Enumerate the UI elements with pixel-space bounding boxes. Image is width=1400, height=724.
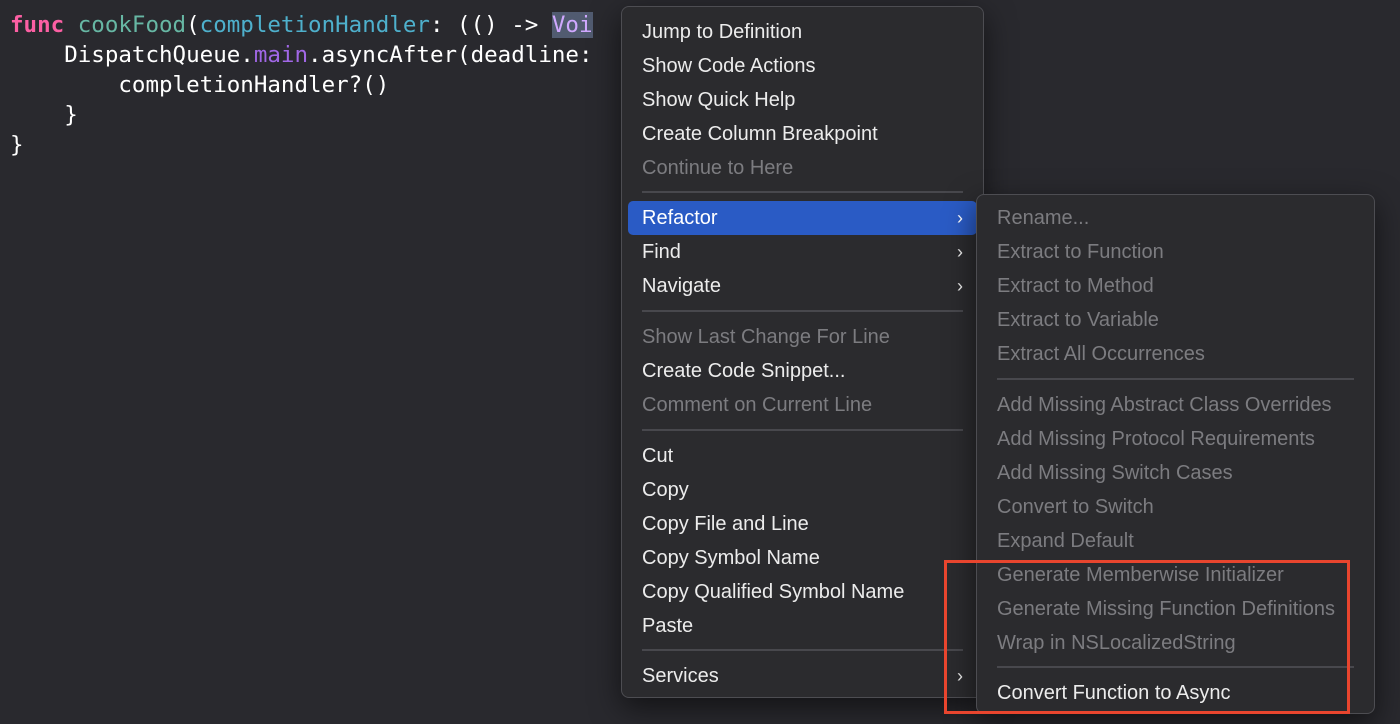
menu-item-services[interactable]: Services › [628, 659, 977, 693]
menu-item-label: Cut [642, 445, 674, 467]
chevron-right-icon: › [957, 666, 963, 686]
menu-item-refactor[interactable]: Refactor › [628, 201, 977, 235]
code-line-5[interactable]: } [10, 130, 24, 160]
menu-item-label: Extract to Method [997, 275, 1154, 297]
menu-item-copy-file-and-line[interactable]: Copy File and Line [628, 507, 977, 541]
menu-item-label: Add Missing Switch Cases [997, 462, 1233, 484]
menu-item-label: Generate Memberwise Initializer [997, 564, 1284, 586]
menu-item-copy-symbol-name[interactable]: Copy Symbol Name [628, 541, 977, 575]
refactor-item-wrap-nslocalized: Wrap in NSLocalizedString [983, 626, 1368, 660]
chevron-right-icon: › [957, 276, 963, 296]
menu-separator [997, 666, 1354, 668]
refactor-item-extract-variable: Extract to Variable [983, 303, 1368, 337]
menu-item-label: Services [642, 665, 719, 687]
menu-item-label: Continue to Here [642, 157, 794, 179]
dot: . [240, 42, 254, 68]
main-property: main [253, 42, 309, 68]
dispatch-queue: DispatchQueue [64, 42, 241, 68]
menu-item-cut[interactable]: Cut [628, 439, 977, 473]
menu-item-label: Refactor [642, 207, 718, 229]
async-after-call: .asyncAfter(deadline: [308, 42, 593, 68]
refactor-item-memberwise-initializer: Generate Memberwise Initializer [983, 558, 1368, 592]
menu-item-copy-qualified-symbol-name[interactable]: Copy Qualified Symbol Name [628, 575, 977, 609]
signature-text: : (() -> [429, 12, 552, 38]
menu-item-label: Rename... [997, 207, 1090, 229]
completion-call: completionHandler?() [118, 72, 390, 98]
refactor-item-add-abstract-overrides: Add Missing Abstract Class Overrides [983, 388, 1368, 422]
menu-item-label: Show Quick Help [642, 89, 796, 111]
refactor-item-convert-to-switch: Convert to Switch [983, 490, 1368, 524]
refactor-item-extract-all: Extract All Occurrences [983, 337, 1368, 371]
menu-item-label: Create Code Snippet... [642, 360, 846, 382]
menu-item-label: Convert Function to Async [997, 682, 1231, 704]
function-name: cookFood [77, 12, 187, 38]
refactor-item-convert-to-async[interactable]: Convert Function to Async [983, 676, 1368, 710]
refactor-item-extract-function: Extract to Function [983, 235, 1368, 269]
menu-item-label: Show Code Actions [642, 55, 816, 77]
chevron-right-icon: › [957, 208, 963, 228]
menu-item-find[interactable]: Find › [628, 235, 977, 269]
menu-separator [642, 429, 963, 431]
menu-item-show-last-change: Show Last Change For Line [628, 320, 977, 354]
menu-item-label: Copy File and Line [642, 513, 809, 535]
menu-item-label: Extract All Occurrences [997, 343, 1205, 365]
code-line-1[interactable]: func cookFood(completionHandler: (() -> … [10, 10, 593, 40]
menu-item-label: Extract to Variable [997, 309, 1159, 331]
menu-item-label: Comment on Current Line [642, 394, 873, 416]
refactor-item-expand-default: Expand Default [983, 524, 1368, 558]
keyword-func: func [10, 12, 65, 38]
menu-item-label: Add Missing Abstract Class Overrides [997, 394, 1332, 416]
menu-item-label: Wrap in NSLocalizedString [997, 632, 1236, 654]
menu-item-comment-on-line: Comment on Current Line [628, 388, 977, 422]
refactor-item-add-protocol-requirements: Add Missing Protocol Requirements [983, 422, 1368, 456]
open-paren: ( [186, 12, 200, 38]
menu-separator [642, 310, 963, 312]
menu-separator [997, 378, 1354, 380]
refactor-item-add-switch-cases: Add Missing Switch Cases [983, 456, 1368, 490]
chevron-right-icon: › [957, 242, 963, 262]
menu-item-label: Extract to Function [997, 241, 1164, 263]
menu-item-paste[interactable]: Paste [628, 609, 977, 643]
menu-item-continue-to-here: Continue to Here [628, 151, 977, 185]
closing-brace: } [64, 102, 78, 128]
menu-item-label: Paste [642, 615, 694, 637]
menu-item-label: Navigate [642, 275, 721, 297]
selected-text: Voi [551, 12, 593, 38]
menu-item-label: Find [642, 241, 681, 263]
menu-item-navigate[interactable]: Navigate › [628, 269, 977, 303]
menu-item-label: Copy Symbol Name [642, 547, 820, 569]
menu-item-create-column-breakpoint[interactable]: Create Column Breakpoint [628, 117, 977, 151]
menu-item-label: Convert to Switch [997, 496, 1154, 518]
menu-item-label: Jump to Definition [642, 21, 803, 43]
menu-item-show-code-actions[interactable]: Show Code Actions [628, 49, 977, 83]
code-line-3[interactable]: completionHandler?() [10, 70, 389, 100]
menu-item-show-quick-help[interactable]: Show Quick Help [628, 83, 977, 117]
menu-item-label: Add Missing Protocol Requirements [997, 428, 1315, 450]
menu-item-copy[interactable]: Copy [628, 473, 977, 507]
menu-item-label: Show Last Change For Line [642, 326, 890, 348]
refactor-item-extract-method: Extract to Method [983, 269, 1368, 303]
refactor-submenu: Rename... Extract to Function Extract to… [976, 194, 1375, 714]
menu-separator [642, 649, 963, 651]
code-line-4[interactable]: } [10, 100, 78, 130]
menu-item-label: Create Column Breakpoint [642, 123, 878, 145]
menu-item-label: Generate Missing Function Definitions [997, 598, 1335, 620]
menu-separator [642, 191, 963, 193]
refactor-item-rename: Rename... [983, 201, 1368, 235]
refactor-item-missing-function-defs: Generate Missing Function Definitions [983, 592, 1368, 626]
code-line-2[interactable]: DispatchQueue.main.asyncAfter(deadline: [10, 40, 593, 70]
menu-item-label: Expand Default [997, 530, 1134, 552]
closing-brace: } [10, 132, 24, 158]
menu-item-jump-to-definition[interactable]: Jump to Definition [628, 15, 977, 49]
menu-item-label: Copy Qualified Symbol Name [642, 581, 905, 603]
param-name: completionHandler [199, 12, 430, 38]
context-menu: Jump to Definition Show Code Actions Sho… [621, 6, 984, 698]
menu-item-label: Copy [642, 479, 689, 501]
menu-item-create-code-snippet[interactable]: Create Code Snippet... [628, 354, 977, 388]
